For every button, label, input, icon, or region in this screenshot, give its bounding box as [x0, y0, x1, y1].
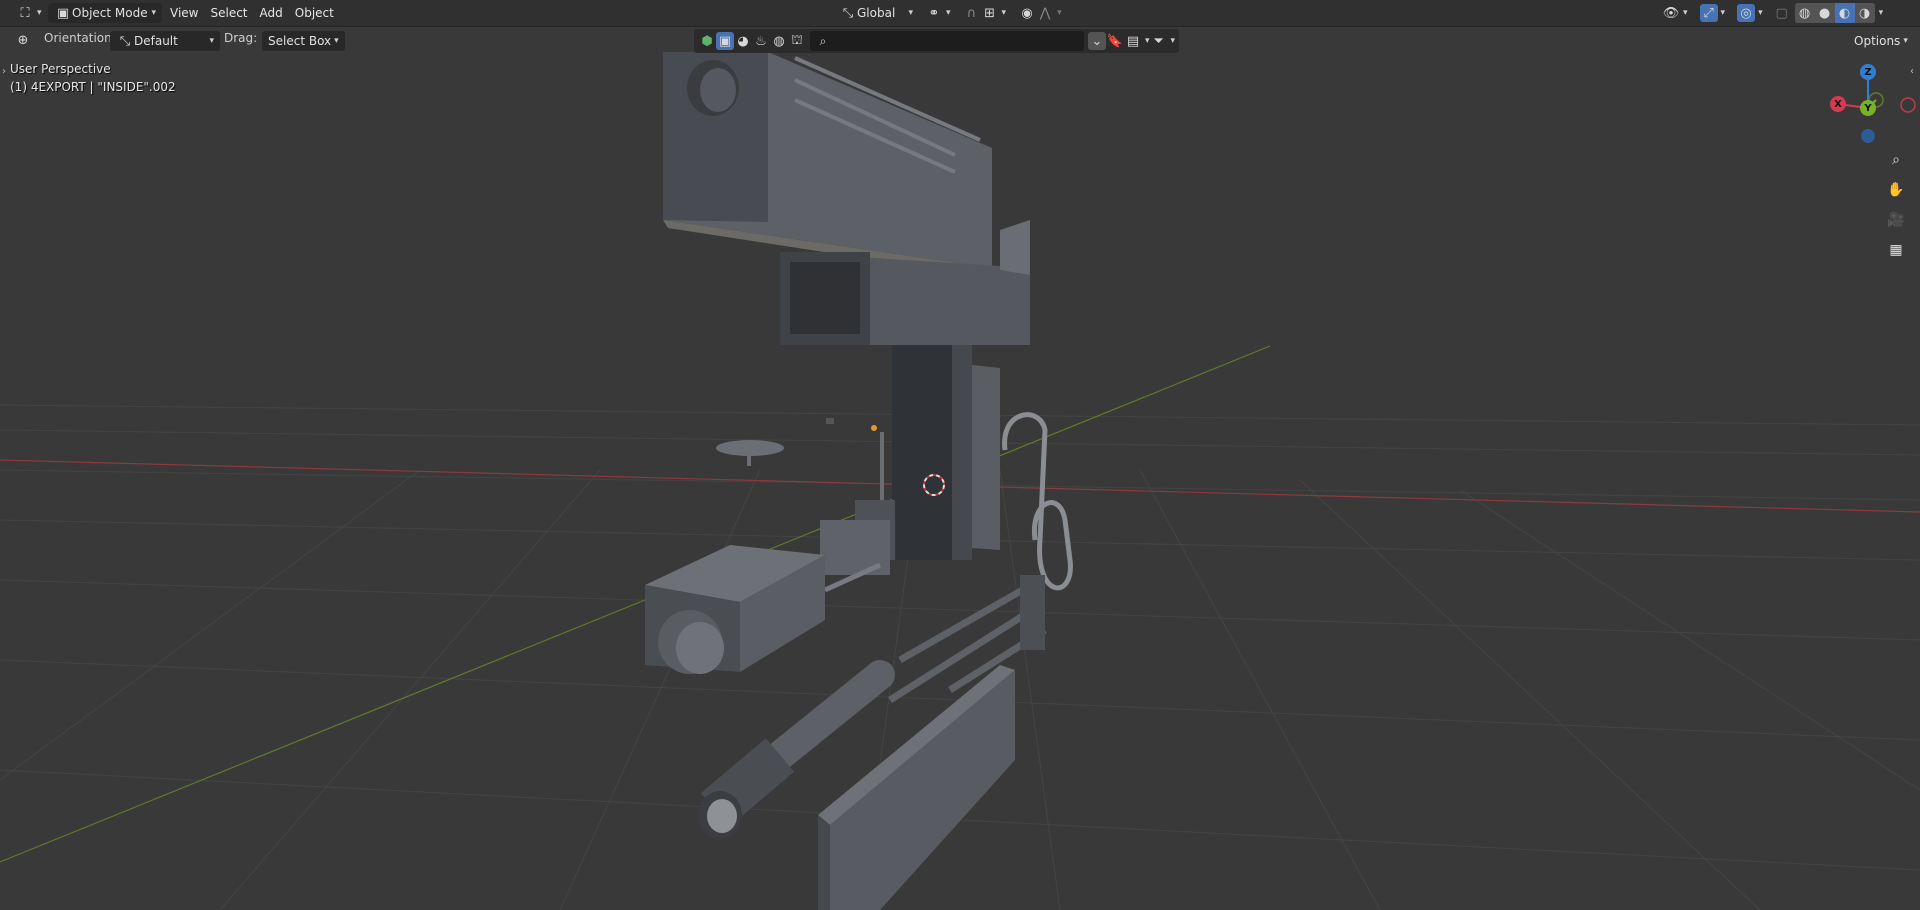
- camera-view-icon[interactable]: 🎥: [1884, 208, 1908, 232]
- y-axis-line: [0, 345, 1271, 863]
- camera-filter-icon[interactable]: ⛫: [788, 32, 806, 50]
- menu-view[interactable]: View: [164, 3, 204, 23]
- ortho-grid-icon[interactable]: ▦: [1884, 238, 1908, 262]
- orientation-label: Orientation:: [44, 31, 116, 45]
- tool-settings-bar: ⊕ Orientation: ⤡ Default ▾ Drag: Select …: [0, 28, 1920, 54]
- toolbar-expand-icon[interactable]: ›: [2, 66, 6, 77]
- options-label: Options: [1854, 34, 1901, 48]
- visibility-dropdown[interactable]: 👁 ▾: [1656, 3, 1694, 23]
- x-axis-line: [0, 459, 1920, 513]
- pivot-link-icon: ⚭: [928, 5, 940, 21]
- sphere-icon[interactable]: ◕: [734, 32, 752, 50]
- zoom-icon[interactable]: ⌕: [1884, 148, 1908, 172]
- search-icon: ⌕: [819, 33, 827, 48]
- filter-search-input[interactable]: ⌕: [810, 31, 1084, 51]
- drag-value: Select Box: [268, 34, 332, 48]
- orientation-dropdown[interactable]: ⤡ Default ▾: [110, 31, 220, 51]
- model-grip-housing: [780, 220, 1030, 345]
- 3d-cursor-icon: [923, 474, 945, 496]
- world-icon[interactable]: ◍: [770, 32, 788, 50]
- options-dropdown[interactable]: Options ▾: [1848, 31, 1914, 51]
- model-handguard: [818, 665, 1015, 910]
- pan-hand-icon[interactable]: ✋: [1884, 178, 1908, 202]
- display-mode-icon[interactable]: ▤: [1124, 32, 1142, 50]
- scene-collection-icon[interactable]: ⬢: [698, 32, 716, 50]
- active-object-label: (1) 4EXPORT | "INSIDE".002: [10, 80, 176, 94]
- shading-mode-group: ◍ ● ◐ ◑: [1794, 3, 1875, 23]
- visibility-eye-icon: 👁: [1662, 5, 1680, 21]
- model-upper-receiver: [663, 52, 992, 276]
- model-grip: [892, 345, 1000, 560]
- gizmo-toggle-icon: ⤢: [1699, 4, 1718, 22]
- solid-shading-icon[interactable]: ●: [1814, 3, 1835, 23]
- gizmo-axis-y[interactable]: Y: [1860, 100, 1876, 116]
- xray-toggle-icon[interactable]: ▢: [1773, 4, 1791, 22]
- orientation-axes-icon: ⤡: [119, 33, 131, 49]
- chevron-down-icon: ▾: [908, 8, 913, 18]
- filter-icon[interactable]: ⏷: [1150, 32, 1168, 50]
- view-perspective-label: User Perspective: [10, 62, 111, 76]
- collapse-icon[interactable]: ⌄: [1088, 32, 1106, 50]
- wireframe-shading-icon[interactable]: ◍: [1794, 3, 1815, 23]
- overlay-toggle-icon: ◎: [1737, 4, 1756, 22]
- transform-tool-icon[interactable]: ⊕: [14, 31, 32, 49]
- viewport-canvas[interactable]: [0, 0, 1920, 910]
- gizmo-axis-z[interactable]: Z: [1860, 64, 1876, 80]
- object-mode-icon: ▣: [56, 5, 70, 21]
- object-origin: [871, 425, 877, 431]
- chevron-down-icon: ▾: [151, 8, 156, 18]
- pivot-point-dropdown[interactable]: ⚭ ▾: [919, 3, 957, 23]
- global-axes-icon: ⤡: [842, 5, 854, 21]
- filter-strip: ⬢ ▣ ◕ ♨ ◍ ⛫ ⌕ ⌄ 🔖 ▤ ▾ ⏷ ▾: [694, 29, 1180, 53]
- chevron-down-icon: ▾: [1903, 36, 1908, 46]
- model-disc: [716, 440, 784, 456]
- orientation-global-label: Global: [857, 6, 896, 20]
- header-menus: View Select Add Object: [164, 3, 340, 23]
- mode-dropdown[interactable]: ▣ Object Mode ▾: [48, 3, 162, 23]
- material-shading-icon[interactable]: ◐: [1834, 3, 1855, 23]
- chevron-down-icon: ▾: [334, 36, 339, 46]
- proportional-edit-toggle[interactable]: ◉ ⋀ ▾: [1012, 3, 1068, 23]
- lights-icon[interactable]: ♨: [752, 32, 770, 50]
- menu-select[interactable]: Select: [204, 3, 253, 23]
- 3d-viewport-icon: ⛶: [20, 5, 30, 21]
- chevron-down-icon: ▾: [209, 36, 214, 46]
- gizmo-toggle[interactable]: ⤢ ▾: [1694, 3, 1732, 23]
- floor-grid: [0, 404, 1920, 910]
- falloff-curve-icon: ⋀: [1039, 5, 1051, 21]
- object-filter-icon[interactable]: ▣: [716, 32, 734, 50]
- editor-type-button[interactable]: ⛶ ▾: [10, 3, 48, 23]
- drag-label: Drag:: [224, 31, 258, 45]
- bookmark-icon[interactable]: 🔖: [1106, 32, 1124, 50]
- drag-dropdown[interactable]: Select Box ▾: [262, 31, 345, 51]
- shading-options-chevron[interactable]: ▾: [1879, 8, 1884, 18]
- snap-toggle[interactable]: ∩ ⊞ ▾: [957, 3, 1013, 23]
- proportional-edit-icon: ◉: [1021, 5, 1033, 21]
- snap-magnet-icon: ∩: [966, 5, 977, 21]
- overlay-toggle[interactable]: ◎ ▾: [1731, 3, 1769, 23]
- viewport-header: ⛶ ▾ ▣ Object Mode ▾ View Select Add Objec…: [0, 0, 1920, 27]
- model-trigger-guard: [1002, 412, 1073, 591]
- model-rails: [888, 576, 1047, 703]
- transform-orientation-dropdown[interactable]: ⤡ Global ▾: [833, 3, 919, 23]
- menu-object[interactable]: Object: [289, 3, 340, 23]
- menu-add[interactable]: Add: [254, 3, 289, 23]
- mode-label: Object Mode: [72, 6, 148, 20]
- snap-increment-icon: ⊞: [984, 5, 995, 21]
- model-barrel: [698, 660, 895, 839]
- rendered-shading-icon[interactable]: ◑: [1854, 3, 1875, 23]
- model-rear-block: [645, 545, 825, 674]
- orientation-value: Default: [134, 34, 178, 48]
- gizmo-axis-x[interactable]: X: [1830, 96, 1846, 112]
- navigation-gizmo[interactable]: Z X Y: [1820, 62, 1920, 146]
